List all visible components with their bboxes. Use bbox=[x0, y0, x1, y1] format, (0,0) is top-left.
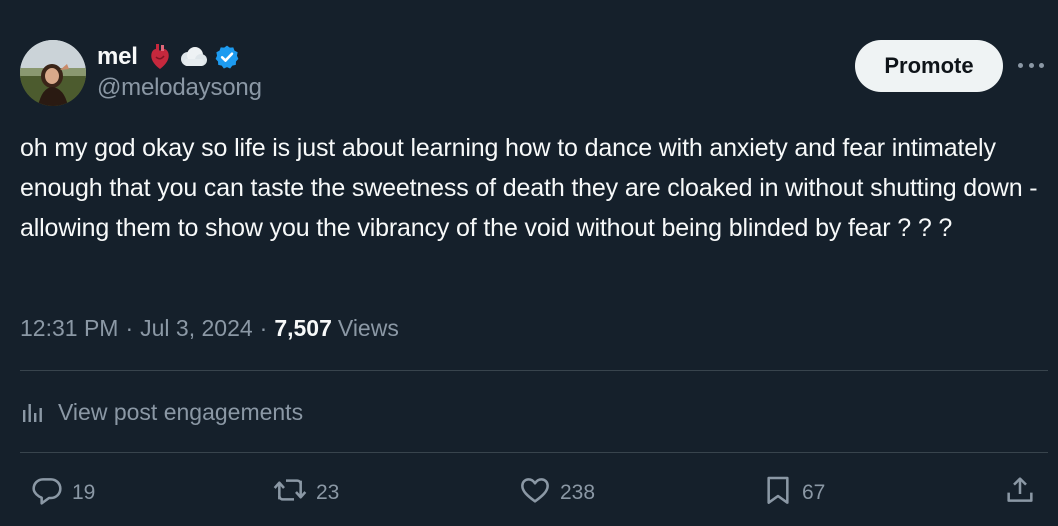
reply-icon bbox=[30, 474, 64, 512]
reply-count: 19 bbox=[72, 481, 96, 504]
share-button[interactable] bbox=[1004, 473, 1036, 513]
author-name-row[interactable]: mel bbox=[97, 42, 240, 72]
view-engagements-link[interactable]: View post engagements bbox=[20, 395, 303, 429]
bookmark-icon bbox=[762, 473, 794, 513]
share-icon bbox=[1004, 474, 1036, 512]
meta-separator: · bbox=[125, 314, 134, 341]
tweet-text: oh my god okay so life is just about lea… bbox=[20, 134, 1038, 242]
author-display-name[interactable]: mel bbox=[97, 43, 138, 71]
cloud-emoji bbox=[178, 46, 208, 68]
view-engagements-label: View post engagements bbox=[58, 398, 304, 425]
analytics-bars-icon bbox=[20, 400, 46, 424]
like-button[interactable]: 238 bbox=[518, 473, 595, 513]
reply-button[interactable]: 19 bbox=[30, 473, 95, 513]
views-count: 7,507 bbox=[274, 314, 332, 341]
repost-button[interactable]: 23 bbox=[272, 473, 339, 513]
tweet-meta: 12:31 PM · Jul 3, 2024 · 7,507 Views bbox=[20, 313, 399, 343]
avatar[interactable] bbox=[20, 40, 86, 106]
anatomical-heart-emoji bbox=[148, 43, 172, 71]
repost-count: 23 bbox=[316, 481, 340, 504]
tweet-date[interactable]: Jul 3, 2024 bbox=[140, 315, 253, 342]
repost-icon bbox=[272, 474, 308, 512]
divider bbox=[20, 452, 1048, 453]
tweet-time[interactable]: 12:31 PM bbox=[20, 315, 118, 342]
action-bar: 19 23 238 67 bbox=[0, 473, 1058, 513]
like-count: 238 bbox=[560, 481, 596, 504]
bookmark-count: 67 bbox=[802, 481, 826, 504]
heart-icon bbox=[518, 474, 552, 512]
meta-separator: · bbox=[259, 314, 268, 341]
divider bbox=[20, 370, 1048, 371]
verified-badge-icon[interactable] bbox=[214, 44, 240, 70]
more-horizontal-icon[interactable] bbox=[1018, 55, 1044, 75]
author-handle[interactable]: @melodaysong bbox=[97, 74, 262, 102]
views-label: Views bbox=[337, 314, 399, 341]
bookmark-button[interactable]: 67 bbox=[762, 473, 825, 513]
promote-button[interactable]: Promote bbox=[855, 40, 1003, 92]
